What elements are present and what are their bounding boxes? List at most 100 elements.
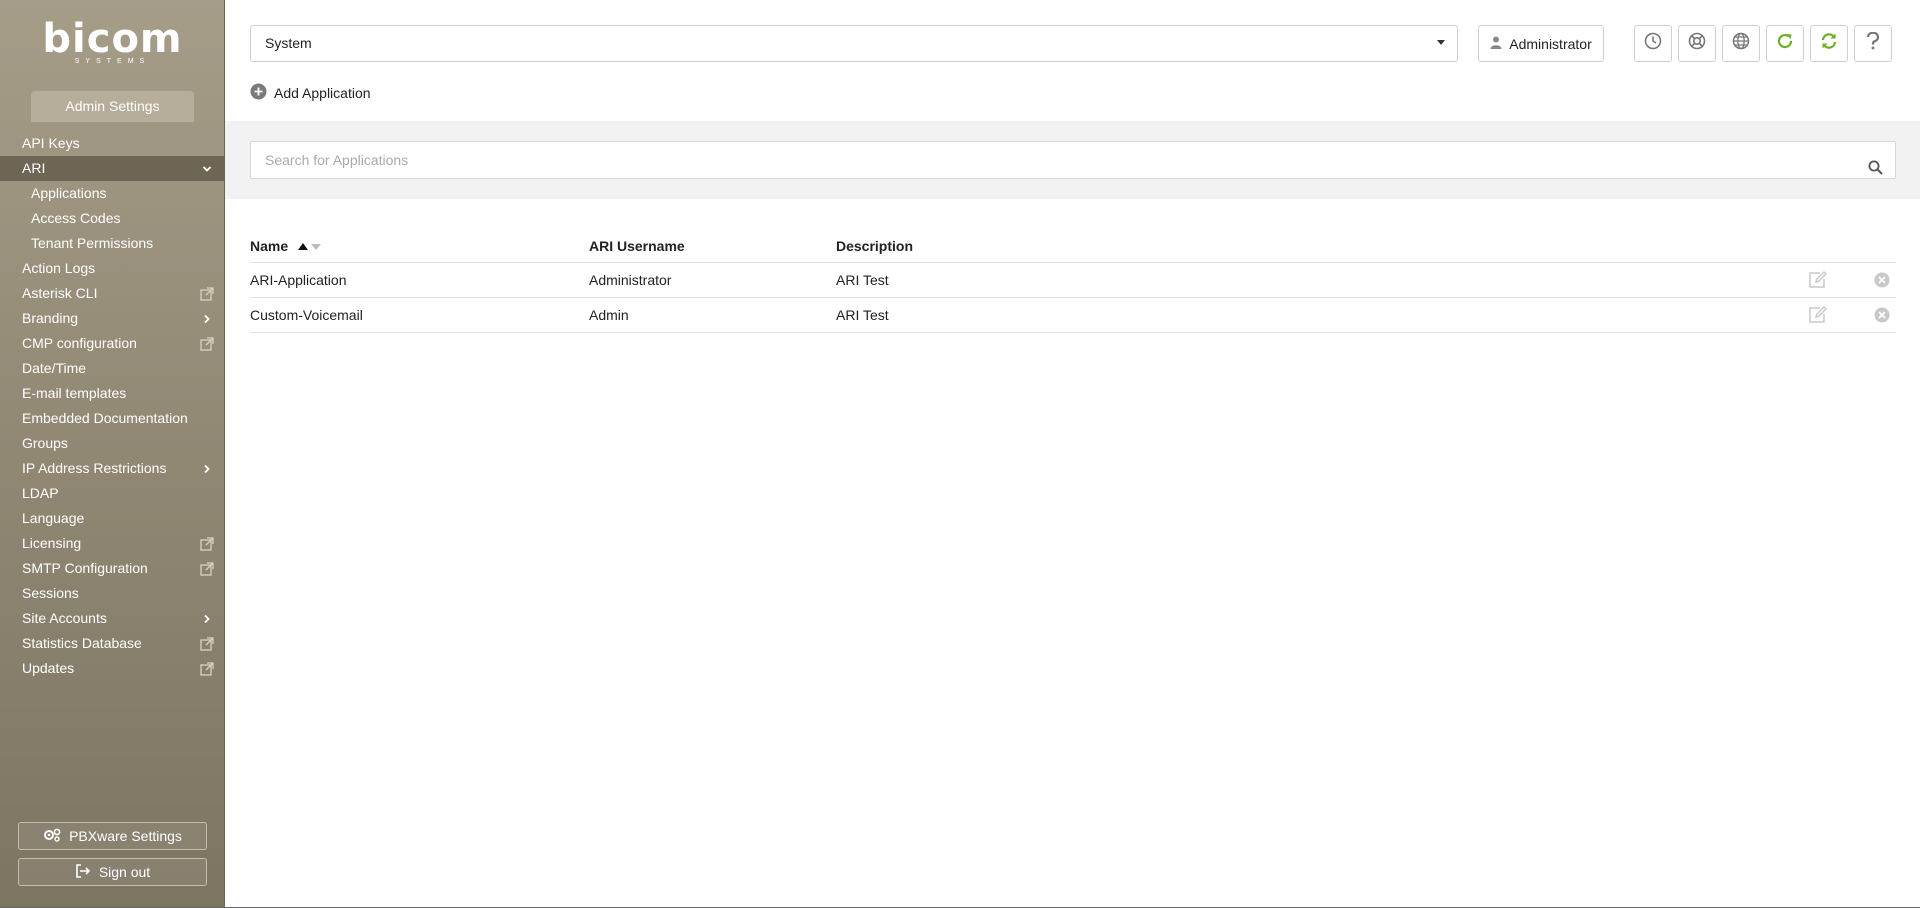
row-ari-username: Administrator bbox=[589, 272, 672, 288]
table-row: ARI-Application Administrator ARI Test bbox=[250, 263, 1896, 298]
sidebar-item-label: Access Codes bbox=[31, 210, 121, 226]
sync-button[interactable] bbox=[1810, 25, 1848, 62]
sidebar-item-date-time[interactable]: Date/Time bbox=[0, 356, 225, 381]
sidebar-item-access-codes[interactable]: Access Codes bbox=[0, 206, 225, 231]
column-name[interactable]: Name bbox=[250, 238, 589, 254]
external-link-icon bbox=[199, 331, 215, 356]
sidebar-item-smtp-configuration[interactable]: SMTP Configuration bbox=[0, 556, 225, 581]
plus-circle-icon bbox=[250, 83, 267, 103]
sidebar-item-licensing[interactable]: Licensing bbox=[0, 531, 225, 556]
sidebar-item-label: Sessions bbox=[22, 585, 79, 601]
caret-down-icon bbox=[1437, 40, 1445, 45]
add-application-label: Add Application bbox=[274, 85, 371, 101]
support-icon bbox=[1688, 32, 1706, 55]
sidebar-item-label: LDAP bbox=[22, 485, 59, 501]
external-link-icon bbox=[199, 556, 215, 581]
user-icon bbox=[1490, 36, 1502, 52]
external-link-icon bbox=[199, 531, 215, 556]
chevron-right-icon bbox=[199, 456, 215, 481]
column-description: Description bbox=[836, 237, 914, 254]
sidebar-item-label: Asterisk CLI bbox=[22, 285, 98, 301]
row-description: ARI Test bbox=[836, 272, 889, 288]
sidebar: bicom SYSTEMS Admin Settings API Keys AR… bbox=[0, 0, 225, 908]
sidebar-nav: API Keys ARI Applications Access Codes T… bbox=[0, 131, 225, 681]
sign-out-icon bbox=[75, 863, 91, 881]
edit-icon[interactable] bbox=[1808, 271, 1828, 292]
sidebar-item-api-keys[interactable]: API Keys bbox=[0, 131, 225, 156]
sign-out-button[interactable]: Sign out bbox=[18, 858, 207, 886]
delete-icon[interactable] bbox=[1874, 307, 1890, 326]
sort-icon[interactable] bbox=[298, 243, 322, 251]
sidebar-item-label: Embedded Documentation bbox=[22, 410, 188, 426]
sidebar-item-label: Applications bbox=[31, 185, 107, 201]
sidebar-item-label: SMTP Configuration bbox=[22, 560, 148, 576]
chevron-right-icon bbox=[199, 606, 215, 631]
logo-sub: SYSTEMS bbox=[74, 58, 151, 65]
search-placeholder: Search for Applications bbox=[265, 152, 409, 168]
column-ari-username: ARI Username bbox=[589, 237, 685, 254]
bicom-logo[interactable]: bicom SYSTEMS bbox=[0, 18, 225, 65]
delete-icon[interactable] bbox=[1874, 272, 1890, 291]
sort-desc-icon bbox=[311, 243, 322, 250]
sidebar-item-label: Branding bbox=[22, 310, 79, 326]
sidebar-item-branding[interactable]: Branding bbox=[0, 306, 225, 331]
sidebar-item-ldap[interactable]: LDAP bbox=[0, 481, 225, 506]
search-icon[interactable] bbox=[1868, 152, 1883, 188]
sidebar-item-label: CMP configuration bbox=[22, 335, 137, 351]
search-input[interactable]: Search for Applications bbox=[250, 141, 1896, 179]
language-button[interactable] bbox=[1722, 25, 1760, 62]
sidebar-item-label: Date/Time bbox=[22, 360, 87, 376]
sidebar-item-label: ARI bbox=[22, 160, 46, 176]
sidebar-item-ari[interactable]: ARI bbox=[0, 156, 225, 181]
sidebar-item-updates[interactable]: Updates bbox=[0, 656, 225, 681]
pbxware-settings-button[interactable]: PBXware Settings bbox=[18, 822, 207, 850]
add-application-button[interactable]: Add Application bbox=[250, 83, 371, 103]
row-ari-username: Admin bbox=[589, 307, 629, 323]
support-button[interactable] bbox=[1678, 25, 1716, 62]
sync-icon bbox=[1820, 32, 1838, 55]
system-select-value: System bbox=[265, 35, 312, 51]
sign-out-label: Sign out bbox=[98, 864, 151, 880]
history-button[interactable] bbox=[1634, 25, 1672, 62]
table-row: Custom-Voicemail Admin ARI Test bbox=[250, 298, 1896, 333]
sort-asc-icon bbox=[298, 243, 309, 251]
row-name: Custom-Voicemail bbox=[250, 307, 363, 323]
sidebar-item-statistics-database[interactable]: Statistics Database bbox=[0, 631, 225, 656]
chevron-right-icon bbox=[199, 306, 215, 331]
sidebar-item-sessions[interactable]: Sessions bbox=[0, 581, 225, 606]
sidebar-item-groups[interactable]: Groups bbox=[0, 431, 225, 456]
sidebar-item-embedded-documentation[interactable]: Embedded Documentation bbox=[0, 406, 225, 431]
sidebar-item-tenant-permissions[interactable]: Tenant Permissions bbox=[0, 231, 225, 256]
search-band: Search for Applications bbox=[225, 121, 1920, 199]
edit-icon[interactable] bbox=[1808, 306, 1828, 327]
sidebar-item-label: Tenant Permissions bbox=[31, 235, 154, 251]
sidebar-item-label: Site Accounts bbox=[22, 610, 107, 626]
sidebar-item-language[interactable]: Language bbox=[0, 506, 225, 531]
column-name-label: Name bbox=[250, 237, 289, 254]
sidebar-item-site-accounts[interactable]: Site Accounts bbox=[0, 606, 225, 631]
admin-settings-tab[interactable]: Admin Settings bbox=[31, 91, 194, 122]
sidebar-item-email-templates[interactable]: E-mail templates bbox=[0, 381, 225, 406]
help-icon bbox=[1866, 31, 1880, 55]
sidebar-item-applications[interactable]: Applications bbox=[0, 181, 225, 206]
sidebar-item-asterisk-cli[interactable]: Asterisk CLI bbox=[0, 281, 225, 306]
reload-button[interactable] bbox=[1766, 25, 1804, 62]
external-link-icon bbox=[199, 631, 215, 656]
sidebar-item-label: IP Address Restrictions bbox=[22, 460, 167, 476]
sidebar-item-cmp-configuration[interactable]: CMP configuration bbox=[0, 331, 225, 356]
sidebar-item-label: Groups bbox=[22, 435, 68, 451]
sidebar-item-label: E-mail templates bbox=[22, 385, 127, 401]
sidebar-item-label: Licensing bbox=[22, 535, 82, 551]
external-link-icon bbox=[199, 656, 215, 681]
applications-table: Name ARI Username Description ARI-Applic… bbox=[250, 229, 1896, 333]
sidebar-item-ip-address-restrictions[interactable]: IP Address Restrictions bbox=[0, 456, 225, 481]
logo-brand: bicom bbox=[42, 16, 183, 62]
system-select[interactable]: System bbox=[250, 25, 1458, 62]
sidebar-item-label: Action Logs bbox=[22, 260, 96, 276]
sidebar-item-label: Statistics Database bbox=[22, 635, 142, 651]
user-menu-button[interactable]: Administrator bbox=[1478, 25, 1604, 62]
row-name: ARI-Application bbox=[250, 272, 347, 288]
sidebar-item-label: Updates bbox=[22, 660, 75, 676]
help-button[interactable] bbox=[1854, 25, 1892, 62]
sidebar-item-action-logs[interactable]: Action Logs bbox=[0, 256, 225, 281]
